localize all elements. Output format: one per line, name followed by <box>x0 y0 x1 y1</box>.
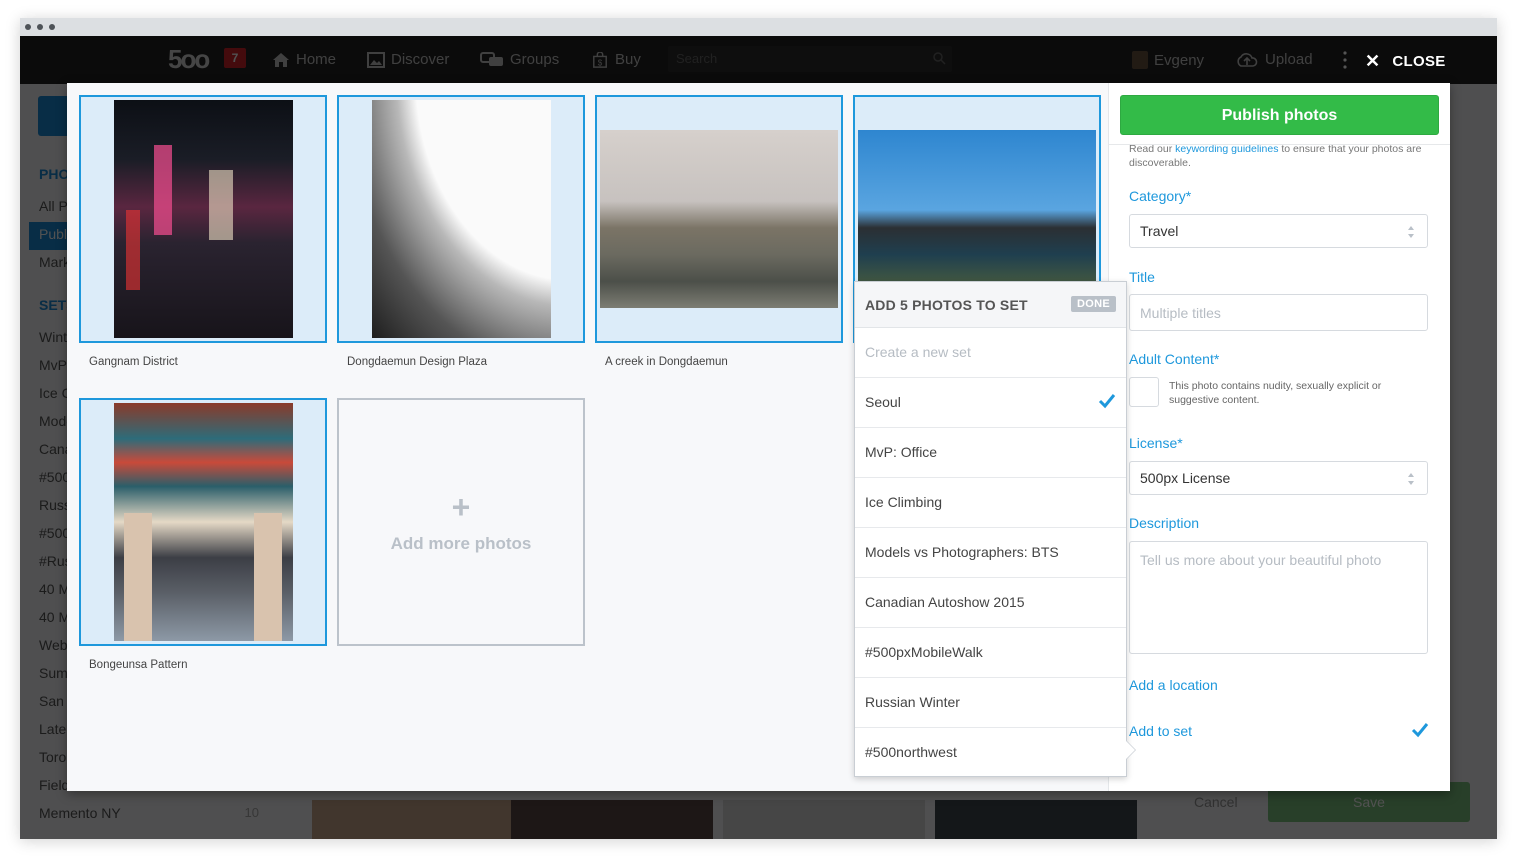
photo-caption: A creek in Dongdaemun <box>605 356 728 368</box>
publish-photos-button[interactable]: Publish photos <box>1120 95 1439 135</box>
title-label: Title <box>1129 269 1155 285</box>
upload-modal: Gangnam District Dongdaemun Design Plaza… <box>67 83 1450 791</box>
more-options-icon[interactable] <box>1343 51 1347 69</box>
set-option[interactable]: Canadian Autoshow 2015 <box>855 578 1126 628</box>
select-arrows-icon <box>1408 473 1414 485</box>
popover-header: ADD 5 PHOTOS TO SET DONE <box>855 282 1126 328</box>
add-more-photos-button[interactable]: + Add more photos <box>337 398 585 646</box>
photo-thumbnail <box>114 100 293 338</box>
create-new-set-input[interactable]: Create a new set <box>855 328 1126 378</box>
add-more-photos-label: Add more photos <box>390 534 532 553</box>
photo-caption: Dongdaemun Design Plaza <box>347 356 488 368</box>
title-input[interactable]: Multiple titles <box>1129 294 1428 331</box>
category-label: Category* <box>1129 188 1192 204</box>
keywording-hint: Read our keywording guidelines to ensure… <box>1129 142 1429 170</box>
window-minimize-dot[interactable] <box>37 24 43 30</box>
title-placeholder: Multiple titles <box>1140 305 1221 321</box>
photo-thumbnail <box>114 403 293 641</box>
photo-card-bongeunsa[interactable] <box>79 398 327 646</box>
set-option-label: Ice Climbing <box>865 494 943 510</box>
photo-thumbnail <box>372 100 551 338</box>
category-value: Travel <box>1140 223 1179 239</box>
checkmark-icon <box>1098 394 1116 409</box>
add-to-set-link[interactable]: Add to set <box>1129 723 1192 739</box>
plus-icon: + <box>451 489 471 525</box>
description-textarea[interactable]: Tell us more about your beautiful photo <box>1129 541 1428 654</box>
set-option-label: #500pxMobileWalk <box>865 644 983 660</box>
description-placeholder: Tell us more about your beautiful photo <box>1140 552 1382 568</box>
browser-window: 5oo 7 Home Discover Groups $ Buy Search … <box>20 18 1497 839</box>
set-option[interactable]: Ice Climbing <box>855 478 1126 528</box>
set-option[interactable]: Seoul <box>855 378 1126 428</box>
set-option[interactable]: Russian Winter <box>855 678 1126 728</box>
select-arrows-icon <box>1408 226 1414 238</box>
close-button[interactable]: ✕ CLOSE <box>1365 51 1446 72</box>
add-to-set-popover: ADD 5 PHOTOS TO SET DONE Create a new se… <box>854 281 1135 778</box>
photo-caption: Gangnam District <box>89 356 178 368</box>
window-zoom-dot[interactable] <box>49 24 55 30</box>
photo-card-creek[interactable] <box>595 95 843 343</box>
photo-card-gangnam[interactable] <box>79 95 327 343</box>
license-select[interactable]: 500px License <box>1129 461 1428 495</box>
set-option-label: Russian Winter <box>865 694 960 710</box>
done-button[interactable]: DONE <box>1071 296 1116 312</box>
add-location-link[interactable]: Add a location <box>1129 677 1218 693</box>
photo-caption: Bongeunsa Pattern <box>89 659 188 671</box>
license-label: License* <box>1129 435 1183 451</box>
divider <box>1109 144 1450 145</box>
set-option[interactable]: MvP: Office <box>855 428 1126 478</box>
close-label: CLOSE <box>1392 53 1446 70</box>
set-option-label: MvP: Office <box>865 444 938 460</box>
adult-content-checkbox[interactable] <box>1129 377 1159 407</box>
window-titlebar <box>20 18 1497 36</box>
set-option[interactable]: #500pxMobileWalk <box>855 628 1126 678</box>
new-set-placeholder: Create a new set <box>865 344 971 360</box>
set-option[interactable]: #500northwest <box>855 728 1126 778</box>
photo-thumbnail <box>600 130 838 308</box>
photo-card-ddp[interactable] <box>337 95 585 343</box>
set-option[interactable]: Models vs Photographers: BTS <box>855 528 1126 578</box>
description-label: Description <box>1129 515 1200 531</box>
popover-title: ADD 5 PHOTOS TO SET <box>865 297 1028 313</box>
category-select[interactable]: Travel <box>1129 214 1428 248</box>
set-option-label: Seoul <box>865 394 901 410</box>
window-close-dot[interactable] <box>25 24 31 30</box>
photo-details-form: Read our keywording guidelines to ensure… <box>1108 83 1450 791</box>
set-option-label: #500northwest <box>865 744 957 760</box>
checkmark-icon <box>1411 723 1429 738</box>
set-option-label: Models vs Photographers: BTS <box>865 544 1059 560</box>
popover-arrow <box>1126 741 1135 759</box>
close-icon: ✕ <box>1365 51 1381 71</box>
adult-content-label: Adult Content* <box>1129 351 1220 367</box>
adult-content-description: This photo contains nudity, sexually exp… <box>1169 380 1382 406</box>
set-option-label: Canadian Autoshow 2015 <box>865 594 1025 610</box>
license-value: 500px License <box>1140 470 1231 486</box>
